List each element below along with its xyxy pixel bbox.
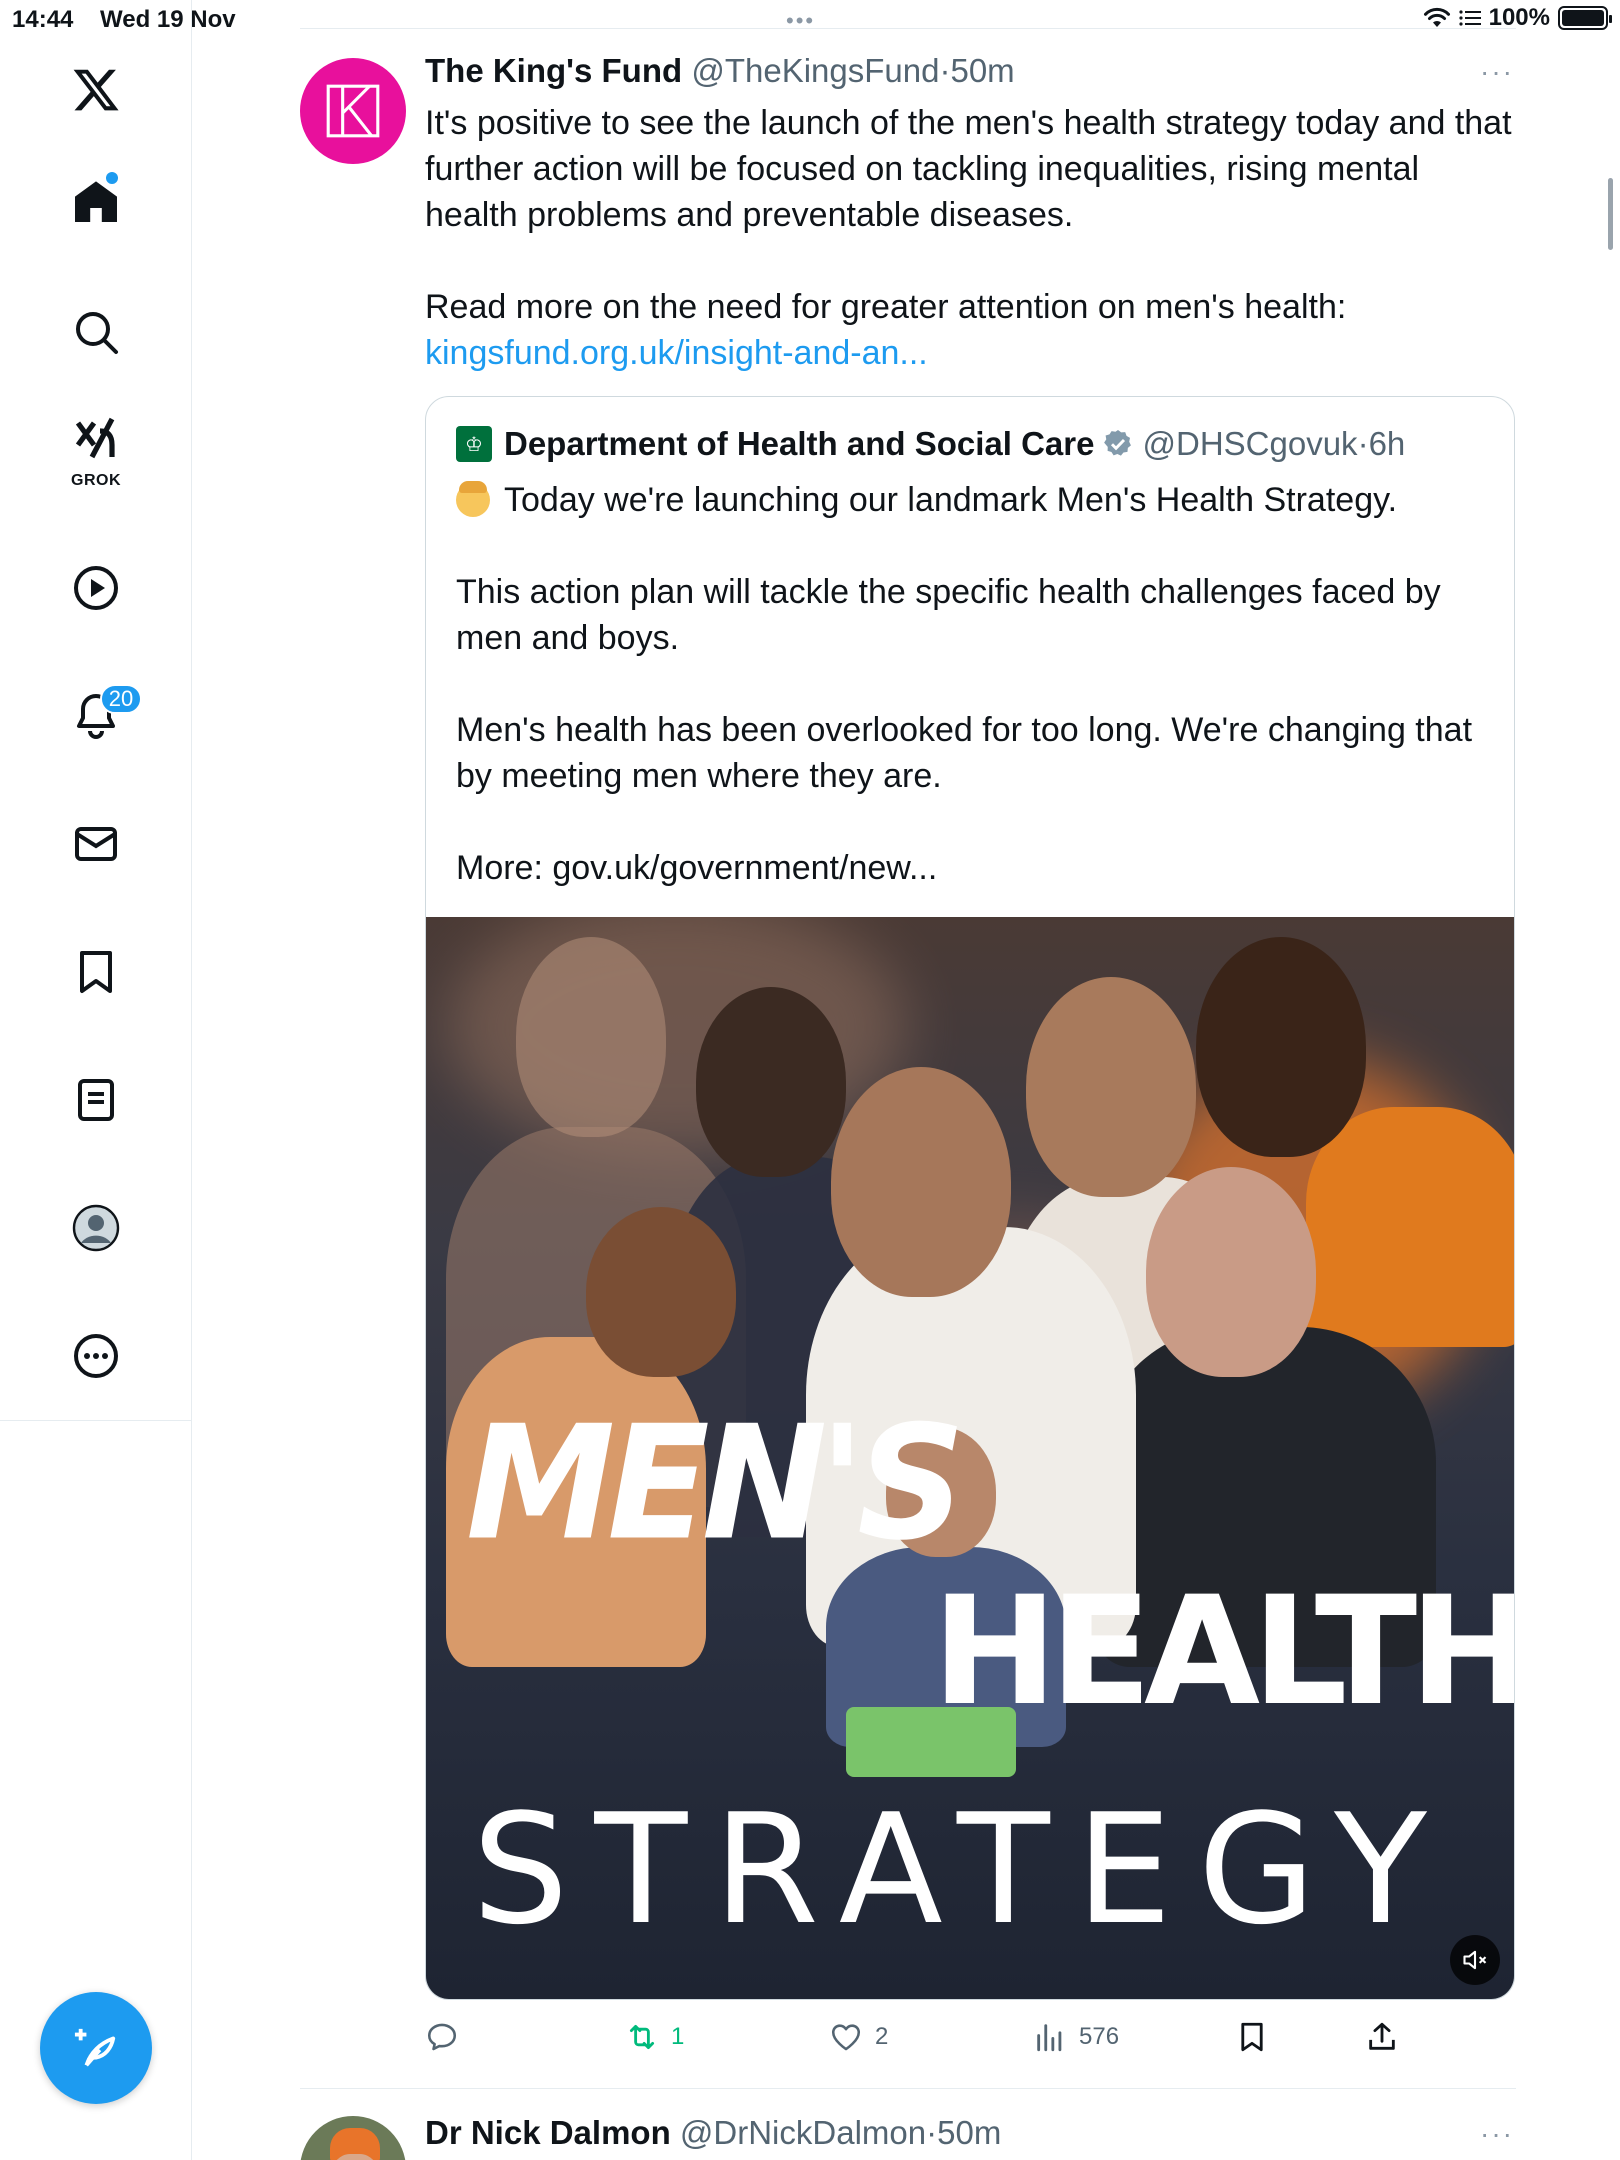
bookmark-button[interactable] bbox=[1235, 2020, 1269, 2054]
separator: · bbox=[939, 52, 951, 89]
person-figure bbox=[586, 1207, 736, 1377]
author-handle[interactable]: @DrNickDalmon bbox=[680, 2114, 926, 2151]
heart-icon bbox=[831, 2024, 861, 2051]
media-title-strategy: STRATEGY bbox=[472, 1781, 1453, 1958]
tweet-actions: 1 2 576 bbox=[425, 2020, 1515, 2064]
avatar-icon bbox=[72, 1204, 120, 1252]
play-icon bbox=[74, 566, 118, 610]
media-title-health: HEALTH bbox=[932, 1565, 1515, 1739]
sidebar-item-explore[interactable] bbox=[46, 282, 146, 382]
share-button[interactable] bbox=[1365, 2020, 1399, 2054]
quote-text: Today we're launching our landmark Men's… bbox=[456, 477, 1486, 891]
tweet-text: It's positive to see the launch of the m… bbox=[425, 100, 1515, 376]
mail-icon bbox=[75, 827, 117, 861]
notification-badge: 20 bbox=[100, 684, 142, 714]
home-unread-dot bbox=[106, 172, 118, 184]
tweet-paragraph: It's positive to see the launch of the m… bbox=[425, 104, 1512, 234]
tweet-time[interactable]: 50m bbox=[937, 2114, 1001, 2151]
battery-icon bbox=[1558, 6, 1612, 30]
retweet-count: 1 bbox=[671, 2023, 685, 2050]
quote-paragraph: More: gov.uk/government/new... bbox=[456, 849, 938, 887]
views-chart-icon bbox=[1037, 2024, 1062, 2052]
sidebar-nav: GROK 20 bbox=[0, 0, 192, 2160]
quote-paragraph: Today we're launching our landmark Men's… bbox=[504, 481, 1398, 519]
wifi-icon bbox=[1423, 7, 1450, 27]
compose-button[interactable] bbox=[40, 1992, 152, 2104]
tweet-header: The King's Fund @TheKingsFund·50m bbox=[425, 52, 1015, 90]
man-emoji-icon bbox=[456, 481, 490, 517]
compose-feather-icon bbox=[74, 2028, 116, 2067]
sidebar-item-more[interactable] bbox=[46, 1306, 146, 1406]
person-figure bbox=[516, 937, 666, 1137]
author-name[interactable]: The King's Fund bbox=[425, 52, 682, 89]
grok-icon bbox=[75, 417, 115, 459]
tweet-divider bbox=[300, 2088, 1516, 2089]
author-name[interactable]: Dr Nick Dalmon bbox=[425, 2114, 671, 2151]
bookmark-icon bbox=[80, 951, 112, 993]
feed-top-divider bbox=[300, 28, 1516, 29]
kings-fund-logo-icon bbox=[326, 84, 380, 138]
retweet-button[interactable]: 1 bbox=[625, 2020, 684, 2054]
quote-author-name[interactable]: Department of Health and Social Care bbox=[504, 425, 1094, 463]
x-logo-icon[interactable] bbox=[46, 40, 146, 140]
person-figure bbox=[1146, 1167, 1316, 1377]
quote-header: ♔ Department of Health and Social Care @… bbox=[456, 425, 1405, 463]
sidebar-item-profile[interactable] bbox=[46, 1178, 146, 1278]
tweet-link[interactable]: kingsfund.org.uk/insight-and-an... bbox=[425, 334, 928, 372]
person-figure bbox=[1306, 1107, 1514, 1347]
status-bar: 14:44 Wed 19 Nov ••• 100% bbox=[0, 0, 1620, 40]
avatar[interactable] bbox=[300, 58, 406, 164]
speaker-muted-icon bbox=[1463, 1950, 1487, 1970]
multitasking-dots[interactable]: ••• bbox=[786, 8, 815, 34]
reply-button[interactable] bbox=[425, 2020, 471, 2054]
reply-icon bbox=[427, 2023, 457, 2051]
sidebar-item-home[interactable] bbox=[46, 152, 146, 252]
list-icon bbox=[78, 1079, 114, 1121]
like-button[interactable]: 2 bbox=[829, 2020, 888, 2054]
crown-icon: ♔ bbox=[456, 426, 492, 462]
scrollbar[interactable] bbox=[1608, 178, 1613, 250]
separator: · bbox=[926, 2114, 938, 2151]
tweet-time[interactable]: 50m bbox=[950, 52, 1014, 89]
sidebar-item-grok[interactable]: GROK bbox=[46, 400, 146, 500]
tweet-more-button[interactable]: ··· bbox=[1480, 56, 1514, 88]
like-count: 2 bbox=[875, 2023, 889, 2050]
search-icon bbox=[76, 312, 118, 354]
mute-button[interactable] bbox=[1450, 1935, 1500, 1985]
media-title-mens: MEN'S bbox=[466, 1392, 965, 1576]
tweet-more-button[interactable]: ··· bbox=[1480, 2118, 1514, 2150]
sidebar-item-lists[interactable] bbox=[46, 1050, 146, 1150]
home-icon bbox=[75, 181, 117, 222]
views-count: 576 bbox=[1079, 2023, 1120, 2050]
tweet-header: Dr Nick Dalmon @DrNickDalmon·50m bbox=[425, 2114, 1001, 2152]
quote-time: 6h bbox=[1368, 425, 1406, 462]
views-button[interactable]: 576 bbox=[1033, 2020, 1119, 2054]
more-circle-icon bbox=[74, 1334, 118, 1378]
sidebar-item-bookmarks[interactable] bbox=[46, 922, 146, 1022]
avatar[interactable] bbox=[300, 2116, 406, 2160]
sidebar-divider bbox=[0, 1420, 192, 1421]
video-media[interactable]: MEN'S HEALTH STRATEGY bbox=[426, 917, 1515, 1999]
person-figure bbox=[696, 987, 846, 1177]
quote-paragraph: Men's health has been overlooked for too… bbox=[456, 711, 1473, 795]
list-status-icon bbox=[1459, 10, 1481, 26]
person-figure bbox=[1026, 977, 1196, 1197]
person-figure bbox=[1196, 937, 1366, 1157]
retweet-icon bbox=[629, 2024, 655, 2050]
bookmark-icon bbox=[1241, 2022, 1263, 2052]
grok-label: GROK bbox=[71, 472, 121, 489]
share-icon bbox=[1369, 2022, 1395, 2050]
quote-paragraph: This action plan will tackle the specifi… bbox=[456, 573, 1441, 657]
author-handle[interactable]: @TheKingsFund bbox=[691, 52, 939, 89]
person-figure bbox=[831, 1067, 1011, 1297]
separator: · bbox=[1357, 425, 1369, 462]
sidebar-item-videos[interactable] bbox=[46, 538, 146, 638]
tweet-paragraph: Read more on the need for greater attent… bbox=[425, 288, 1347, 326]
quoted-tweet[interactable]: ♔ Department of Health and Social Care @… bbox=[425, 396, 1515, 2000]
sidebar-item-notifications[interactable]: 20 bbox=[46, 666, 146, 766]
verified-badge-icon bbox=[1104, 430, 1132, 456]
sidebar-item-messages[interactable] bbox=[46, 794, 146, 894]
quote-author-handle[interactable]: @DHSCgovuk bbox=[1142, 425, 1357, 463]
